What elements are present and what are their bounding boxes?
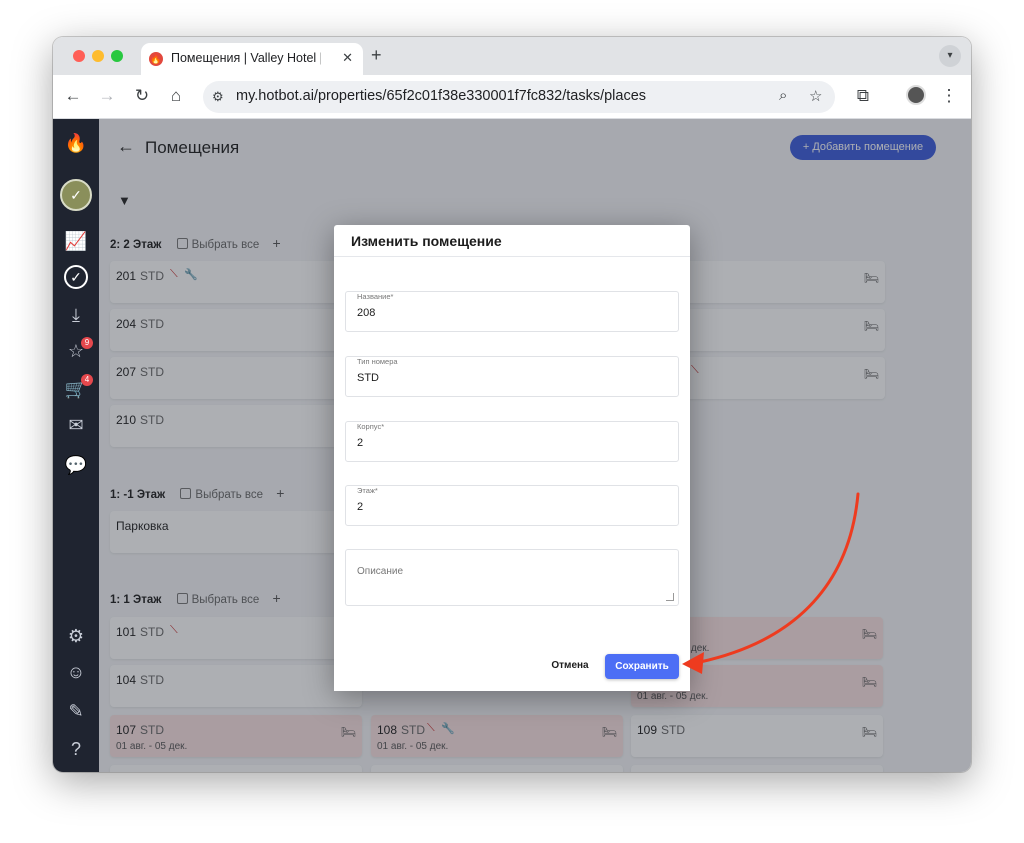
annotation-arrow-head: [682, 652, 704, 674]
annotation-arrow: [682, 492, 860, 674]
annotation-arrow-line: [698, 492, 860, 664]
